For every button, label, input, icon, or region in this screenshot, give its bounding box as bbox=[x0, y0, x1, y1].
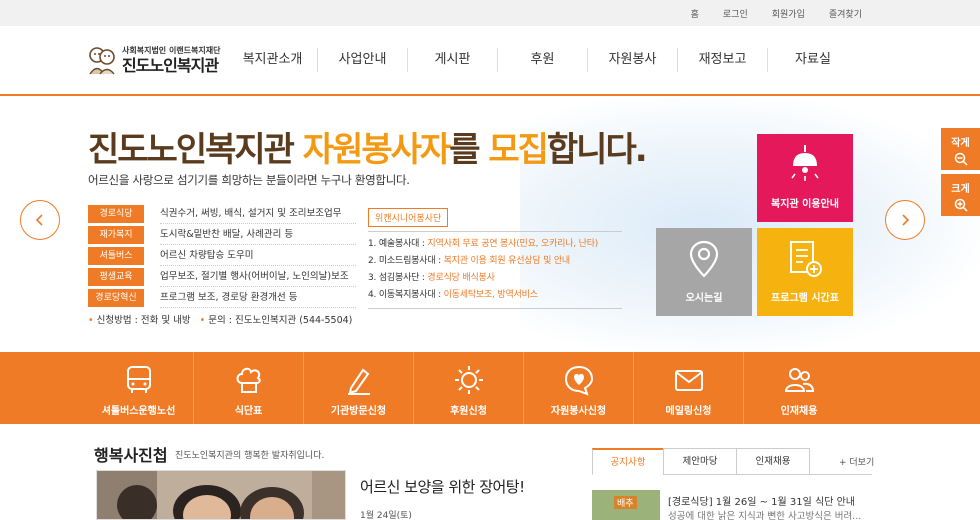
site-logo[interactable]: 사회복지법인 이랜드복지재단 진도노인복지관 bbox=[86, 40, 220, 80]
sun-icon bbox=[454, 366, 483, 394]
quick-shuttle-bus[interactable]: 셔틀버스운행노선 bbox=[84, 352, 194, 424]
top-utility-bar: 홈 로그인 회원가입 즐겨찾기 bbox=[0, 0, 980, 26]
banner-prev-button[interactable] bbox=[20, 200, 60, 240]
task-row: 재가복지 도시락&밑반찬 배달, 사례관리 등 bbox=[88, 225, 356, 245]
elderly-women-photo-icon bbox=[97, 471, 345, 519]
quick-volunteer-request[interactable]: 자원봉사신청 bbox=[524, 352, 634, 424]
task-row: 경로식당 식권수거, 써빙, 배식, 설거지 및 조리보조업무 bbox=[88, 204, 356, 224]
task-row: 경로당혁신 프로그램 보조, 경로당 환경개선 등 bbox=[88, 288, 356, 308]
task-desc: 업무보조, 절기별 행사(어버이날, 노인의날)보조 bbox=[160, 268, 356, 287]
tab-recruitment[interactable]: 인재채용 bbox=[736, 448, 810, 475]
task-desc: 어르신 차량탑승 도우미 bbox=[160, 247, 356, 266]
album-photo[interactable] bbox=[96, 470, 346, 520]
chef-hat-icon bbox=[236, 367, 261, 393]
photo-album-subtitle: 진도노인복지관의 행복한 발자취입니다. bbox=[175, 451, 325, 461]
bus-icon bbox=[126, 366, 151, 393]
chevron-right-icon bbox=[902, 214, 910, 226]
quick-mailing-request[interactable]: 메일링신청 bbox=[634, 352, 744, 424]
bookmark-link[interactable]: 즐겨찾기 bbox=[829, 7, 862, 20]
task-tag: 재가복지 bbox=[88, 226, 144, 244]
chevron-left-icon bbox=[35, 214, 43, 226]
banner-headline: 진도노인복지관 자원봉사자를 모집합니다. bbox=[88, 130, 648, 170]
elderly-couple-logo-icon bbox=[86, 44, 118, 76]
notice-excerpt: 성공에 대한 낡은 지식과 뻔한 사고방식은 버려... bbox=[668, 511, 862, 520]
nav-finance[interactable]: 재정보고 bbox=[678, 48, 768, 72]
volunteer-task-list: 경로식당 식권수거, 써빙, 배식, 설거지 및 조리보조업무 재가복지 도시락… bbox=[88, 204, 356, 309]
nav-about[interactable]: 복지관소개 bbox=[228, 48, 318, 72]
utility-links: 홈 로그인 회원가입 즐겨찾기 bbox=[667, 0, 862, 26]
nav-donation[interactable]: 후원 bbox=[498, 48, 588, 72]
banner-next-button[interactable] bbox=[885, 200, 925, 240]
photo-article-title[interactable]: 어르신 보양을 위한 장어탕! bbox=[360, 476, 525, 497]
senior-row: 3. 섬김봉사단 : 경로식당 배식봉사 bbox=[368, 273, 495, 283]
banner-subline: 어르신을 사랑으로 섬기기를 희망하는 분들이라면 누구나 환영합니다. bbox=[88, 173, 410, 187]
zoom-in-icon bbox=[954, 198, 968, 212]
heart-bubble-icon bbox=[564, 365, 593, 396]
quick-recruitment[interactable]: 인재채용 bbox=[744, 352, 854, 424]
quick-donation-request[interactable]: 후원신청 bbox=[414, 352, 524, 424]
task-row: 셔틀버스 어르신 차량탑승 도우미 bbox=[88, 246, 356, 266]
tabs-divider bbox=[664, 474, 872, 475]
lamp-icon bbox=[791, 145, 819, 181]
quick-visit-request[interactable]: 기관방문신청 bbox=[304, 352, 414, 424]
site-header: 사회복지법인 이랜드복지재단 진도노인복지관 복지관소개 사업안내 게시판 후원… bbox=[0, 26, 980, 96]
task-desc: 도시락&밑반찬 배달, 사례관리 등 bbox=[160, 226, 356, 245]
nav-volunteer[interactable]: 자원봉사 bbox=[588, 48, 678, 72]
directions-button[interactable]: 오시는길 bbox=[656, 228, 752, 316]
photo-album-title: 행복사진첩 bbox=[94, 446, 168, 465]
senior-row: 4. 이동복지봉사대 : 이동세탁보조, 방역서비스 bbox=[368, 290, 538, 300]
zoom-out-icon bbox=[954, 152, 968, 166]
task-tag: 평생교육 bbox=[88, 268, 144, 286]
tab-suggestions[interactable]: 제안마당 bbox=[663, 448, 737, 475]
login-link[interactable]: 로그인 bbox=[723, 7, 748, 20]
main-banner: 진도노인복지관 자원봉사자를 모집합니다. 어르신을 사랑으로 섬기기를 희망하… bbox=[0, 98, 980, 352]
task-desc: 프로그램 보조, 경로당 환경개선 등 bbox=[160, 289, 356, 308]
notice-thumbnail[interactable]: 배추 bbox=[592, 490, 660, 520]
nav-board[interactable]: 게시판 bbox=[408, 48, 498, 72]
people-icon bbox=[784, 368, 815, 392]
photo-article-date: 1월 24일(토) bbox=[360, 511, 412, 520]
program-schedule-button[interactable]: 프로그램 시간표 bbox=[757, 228, 853, 316]
map-pin-icon bbox=[689, 240, 719, 278]
senior-row: 1. 예술봉사대 : 지역사회 무료 공연 봉사(민요, 오카리나, 난타) bbox=[368, 239, 599, 249]
tab-notice[interactable]: 공지사항 bbox=[592, 448, 664, 475]
senior-box-title: 위캔시니어봉사단 bbox=[368, 208, 449, 227]
notice-title[interactable]: [경로식당] 1월 26일 ~ 1월 31일 식단 안내 bbox=[668, 493, 855, 508]
task-tag: 경로당혁신 bbox=[88, 289, 144, 307]
font-smaller-button[interactable]: 작게 bbox=[941, 128, 980, 170]
quick-menu-strip: 셔틀버스운행노선 식단표 기관방문신청 후원신청 자원봉사신청 메일링신청 인재… bbox=[0, 352, 980, 424]
font-larger-button[interactable]: 크게 bbox=[941, 174, 980, 216]
home-link[interactable]: 홈 bbox=[691, 7, 699, 20]
task-desc: 식권수거, 써빙, 배식, 설거지 및 조리보조업무 bbox=[160, 205, 356, 224]
board-more-link[interactable]: + 더보기 bbox=[839, 455, 874, 468]
center-name: 진도노인복지관 bbox=[122, 55, 219, 75]
foundation-name: 사회복지법인 이랜드복지재단 bbox=[122, 45, 221, 55]
quick-menu-table[interactable]: 식단표 bbox=[194, 352, 304, 424]
apply-info: • 신청방법 : 전화 및 내방 • 문의 : 진도노인복지관 (544-550… bbox=[88, 315, 353, 326]
nav-programs[interactable]: 사업안내 bbox=[318, 48, 408, 72]
task-tag: 셔틀버스 bbox=[88, 247, 144, 265]
signup-link[interactable]: 회원가입 bbox=[772, 7, 805, 20]
schedule-doc-icon bbox=[790, 241, 822, 277]
task-row: 평생교육 업무보조, 절기별 행사(어버이날, 노인의날)보조 bbox=[88, 267, 356, 287]
task-tag: 경로식당 bbox=[88, 205, 144, 223]
mail-icon bbox=[674, 370, 703, 391]
usage-guide-button[interactable]: 복지관 이용안내 bbox=[757, 134, 853, 222]
main-navigation: 복지관소개 사업안내 게시판 후원 자원봉사 재정보고 자료실 bbox=[228, 48, 858, 72]
board-tabs: 공지사항 제안마당 인재채용 bbox=[592, 448, 810, 475]
senior-volunteer-box: 위캔시니어봉사단 1. 예술봉사대 : 지역사회 무료 공연 봉사(민요, 오카… bbox=[368, 206, 622, 309]
senior-row: 2. 미소드림봉사대 : 복지관 이용 회원 유선상담 및 안내 bbox=[368, 256, 571, 266]
nav-resources[interactable]: 자료실 bbox=[768, 48, 858, 72]
pencil-icon bbox=[347, 368, 370, 395]
